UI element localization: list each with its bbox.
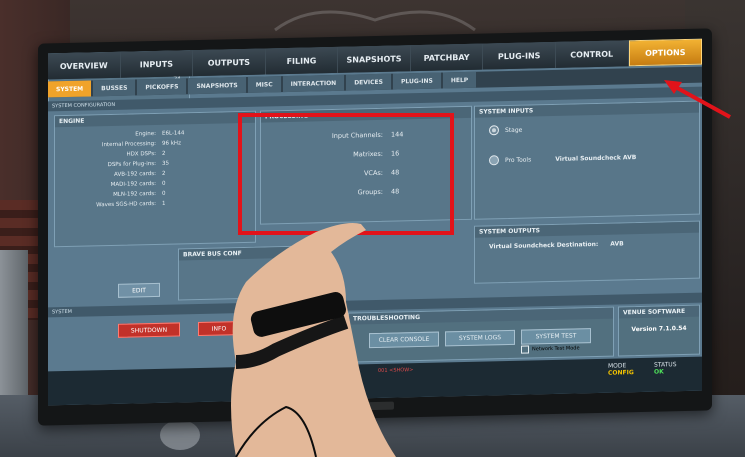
virtual-soundcheck-label: Virtual Soundcheck AVB (555, 153, 637, 163)
pro-tools-label: Pro Tools (505, 155, 532, 164)
photo-scene: OVERVIEW INPUTS OUTPUTS FILING SNAPSHOTS… (0, 0, 745, 457)
network-test-checkbox[interactable] (521, 345, 529, 354)
knob (160, 420, 200, 450)
tab-control[interactable]: CONTROL (555, 40, 629, 68)
tab-patchbay[interactable]: PATCHBAY (410, 43, 484, 72)
tab-outputs[interactable]: OUTPUTS (193, 48, 266, 77)
tab-options[interactable]: OPTIONS (628, 38, 702, 67)
subtab-pickoffs[interactable]: PICKOFFS (137, 78, 187, 96)
venue-software-panel: VENUE SOFTWARE Version 7.1.0.54 (618, 304, 700, 357)
mode-indicator: MODE CONFIG (608, 362, 634, 377)
subtab-misc[interactable]: MISC (247, 76, 281, 93)
vs-destination-label: Virtual Soundcheck Destination: (489, 240, 599, 251)
subtab-system[interactable]: SYSTEM (48, 80, 92, 98)
subtab-busses[interactable]: BUSSES (93, 79, 136, 97)
system-outputs-panel: SYSTEM OUTPUTS Virtual Soundcheck Destin… (474, 220, 700, 284)
edit-button[interactable]: EDIT (118, 282, 160, 298)
system-test-button[interactable]: SYSTEM TEST (521, 328, 591, 345)
subtab-devices[interactable]: DEVICES (346, 73, 391, 91)
tab-snapshots[interactable]: SNAPSHOTS (338, 45, 411, 73)
stage-radio[interactable] (489, 125, 499, 136)
vs-destination-value[interactable]: AVB (610, 240, 623, 247)
subtab-plug-ins[interactable]: PLUG-INS (392, 72, 441, 90)
stage-label: Stage (505, 126, 523, 134)
tab-overview[interactable]: OVERVIEW (48, 51, 121, 80)
venue-version: Version 7.1.0.54 (631, 324, 687, 334)
pointing-hand (231, 223, 396, 457)
arrow-icon (664, 80, 731, 119)
status-indicator: STATUS OK (654, 361, 677, 376)
subtab-snapshots[interactable]: SNAPSHOTS (188, 76, 246, 95)
tab-filing[interactable]: FILING (265, 46, 339, 75)
tab-plug-ins[interactable]: PLUG-INS (483, 41, 556, 70)
tab-inputs[interactable]: INPUTS (120, 50, 194, 78)
subtab-interaction[interactable]: INTERACTION (282, 74, 345, 93)
subtab-help[interactable]: HELP (442, 71, 477, 89)
pro-tools-radio[interactable] (489, 155, 499, 166)
network-test-label: Network Test Mode (532, 345, 580, 353)
shutdown-button[interactable]: SHUTDOWN (118, 322, 180, 338)
